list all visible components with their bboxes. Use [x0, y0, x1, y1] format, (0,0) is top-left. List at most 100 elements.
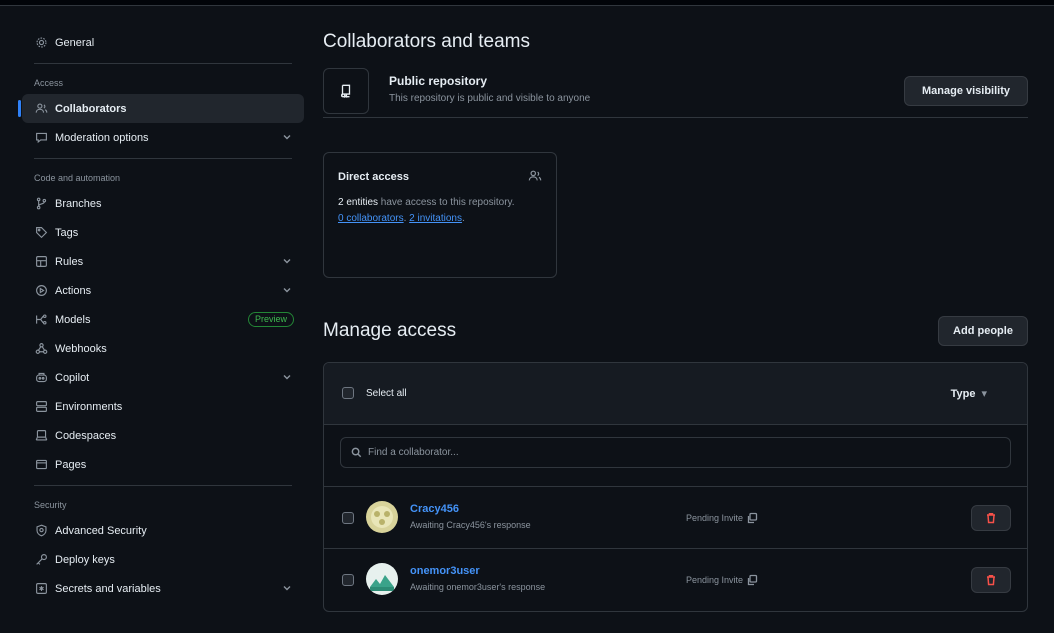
- sidebar-item-label: Models: [55, 313, 91, 326]
- direct-access-title: Direct access: [338, 171, 409, 183]
- sidebar-item-label: Rules: [55, 255, 84, 268]
- play-icon: [34, 284, 48, 298]
- row-checkbox[interactable]: [342, 512, 354, 524]
- pending-label: Pending Invite: [686, 575, 744, 585]
- repo-icon: [323, 68, 369, 114]
- top-edge: [0, 0, 1054, 6]
- search-icon: [351, 447, 362, 458]
- webhook-icon: [34, 342, 48, 356]
- people-icon: [34, 102, 48, 116]
- sidebar-item-label: Moderation options: [55, 131, 149, 144]
- copilot-icon: [34, 371, 48, 385]
- sidebar-item-label: Webhooks: [55, 342, 107, 355]
- search-input[interactable]: [368, 447, 968, 458]
- sidebar-item-rules[interactable]: Rules: [22, 247, 304, 276]
- sidebar-item-codespaces[interactable]: Codespaces: [22, 421, 304, 450]
- collaborators-link[interactable]: 0 collaborators: [338, 213, 404, 224]
- manage-access-title: Manage access: [323, 320, 457, 341]
- shield-icon: [34, 524, 48, 538]
- sidebar-item-label: Branches: [55, 197, 102, 210]
- divider: [34, 485, 292, 486]
- trash-icon: [987, 575, 995, 586]
- visibility-row: Public repository This repository is pub…: [323, 68, 1028, 118]
- gear-icon: [34, 36, 48, 50]
- rules-icon: [34, 255, 48, 269]
- chevron-down-icon: [282, 285, 292, 295]
- section-label-code: Code and automation: [34, 173, 121, 183]
- chevron-down-icon: [282, 132, 292, 142]
- add-people-button[interactable]: Add people: [938, 316, 1028, 346]
- access-text-end: .: [461, 213, 465, 224]
- sidebar-item-collaborators[interactable]: Collaborators: [18, 94, 304, 123]
- sidebar-item-pages[interactable]: Pages: [22, 450, 304, 479]
- remove-collaborator-button[interactable]: [971, 505, 1011, 531]
- sidebar-item-label: Deploy keys: [55, 553, 115, 566]
- sidebar-item-webhooks[interactable]: Webhooks: [22, 334, 304, 363]
- chevron-down-icon: [282, 372, 292, 382]
- sidebar-item-tags[interactable]: Tags: [22, 218, 304, 247]
- caret-down-icon: ▾: [981, 388, 987, 400]
- remove-collaborator-button[interactable]: [971, 567, 1011, 593]
- direct-access-text: 2 entities have access to this repositor…: [338, 195, 518, 227]
- sidebar-item-moderation[interactable]: Moderation options: [22, 123, 304, 152]
- sidebar-item-deploy-keys[interactable]: Deploy keys: [22, 545, 304, 574]
- chevron-down-icon: [282, 256, 292, 266]
- models-icon: [34, 313, 48, 327]
- collaborators-table: Select all Type ▾ Cracy456 Awaiting Cracy…: [323, 362, 1028, 612]
- visibility-title: Public repository: [389, 74, 488, 88]
- sidebar-item-secrets[interactable]: Secrets and variables: [22, 574, 304, 603]
- page-title: Collaborators and teams: [323, 31, 530, 52]
- codespaces-icon: [34, 429, 48, 443]
- secret-box-icon: [34, 582, 48, 596]
- sidebar-item-label: Advanced Security: [55, 524, 147, 537]
- search-row: [324, 425, 1027, 487]
- people-icon: [528, 169, 542, 183]
- search-box: [340, 437, 1011, 468]
- divider: [34, 63, 292, 64]
- sidebar-item-models[interactable]: Models Preview: [22, 305, 304, 334]
- sidebar-item-label: Copilot: [55, 371, 90, 384]
- collaborator-status: Awaiting Cracy456's response: [410, 520, 531, 530]
- invitations-link[interactable]: 2 invitations: [409, 213, 462, 224]
- avatar[interactable]: [366, 563, 398, 595]
- table-row: Cracy456 Awaiting Cracy456's response Pe…: [324, 487, 1027, 549]
- type-filter-label: Type: [950, 388, 976, 400]
- pending-invite: Pending Invite: [686, 574, 758, 586]
- sidebar-item-general[interactable]: General: [22, 28, 304, 57]
- sidebar-item-label: Pages: [55, 458, 87, 471]
- sidebar-item-label: General: [55, 36, 95, 49]
- divider: [34, 158, 292, 159]
- sidebar-item-branches[interactable]: Branches: [22, 189, 304, 218]
- trash-icon: [987, 513, 995, 524]
- sidebar-item-label: Environments: [55, 400, 123, 413]
- pending-label: Pending Invite: [686, 513, 744, 523]
- avatar[interactable]: [366, 501, 398, 533]
- sidebar-item-copilot[interactable]: Copilot: [22, 363, 304, 392]
- sidebar-item-environments[interactable]: Environments: [22, 392, 304, 421]
- copy-icon[interactable]: [746, 574, 758, 586]
- visibility-description: This repository is public and visible to…: [389, 93, 591, 104]
- server-icon: [34, 400, 48, 414]
- type-filter-dropdown[interactable]: Type ▾: [951, 387, 987, 400]
- sidebar-item-actions[interactable]: Actions: [22, 276, 304, 305]
- manage-visibility-button[interactable]: Manage visibility: [904, 76, 1028, 106]
- collaborator-name[interactable]: Cracy456: [410, 503, 459, 515]
- table-row: onemor3user Awaiting onemor3user's respo…: [324, 549, 1027, 611]
- select-all-label: Select all: [366, 388, 407, 399]
- preview-badge: Preview: [247, 312, 294, 327]
- sidebar-item-label: Actions: [55, 284, 92, 297]
- copy-icon[interactable]: [746, 512, 758, 524]
- chevron-down-icon: [282, 583, 292, 593]
- sidebar-item-advanced-security[interactable]: Advanced Security: [22, 516, 304, 545]
- entity-count: 2 entities: [338, 197, 379, 208]
- collaborator-name[interactable]: onemor3user: [410, 565, 480, 577]
- table-header: Select all Type ▾: [324, 363, 1027, 425]
- section-label-security: Security: [34, 500, 67, 510]
- sidebar-item-label: Secrets and variables: [55, 582, 161, 595]
- collaborator-status: Awaiting onemor3user's response: [410, 582, 546, 592]
- key-icon: [34, 553, 48, 567]
- settings-sidebar: General Access Collaborators Moderation …: [18, 28, 304, 603]
- access-text-part: have access to this repository.: [378, 197, 515, 208]
- row-checkbox[interactable]: [342, 574, 354, 586]
- select-all-checkbox[interactable]: [342, 387, 354, 399]
